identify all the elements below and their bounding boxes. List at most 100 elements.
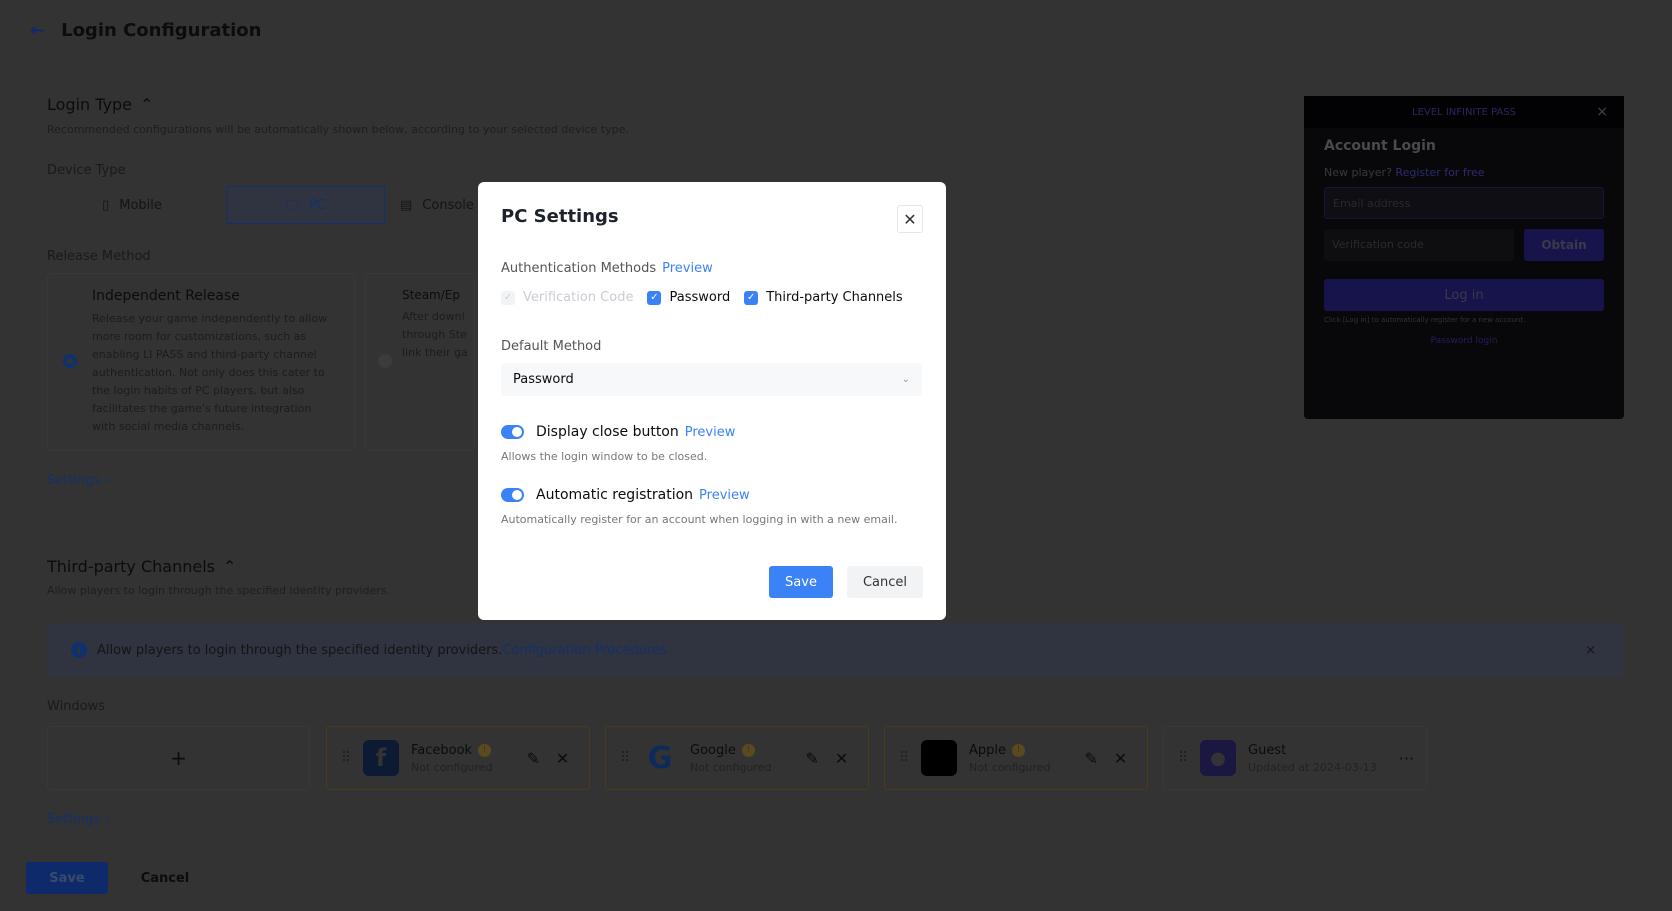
arrow-left-icon[interactable]: ← <box>30 20 45 41</box>
password-login-link: Password login <box>1430 336 1498 346</box>
login-preview-panel: LEVEL INFINITE PASS × Account Login New p… <box>1304 96 1624 419</box>
close-preview-link[interactable]: Preview <box>685 425 736 440</box>
edit-icon[interactable]: ✎ <box>1084 749 1097 768</box>
obtain-button: Obtain <box>1524 229 1604 261</box>
channel-settings-link[interactable]: Settings › <box>47 812 110 827</box>
page-save-button[interactable]: Save <box>26 862 108 894</box>
new-player-text: New player? <box>1324 166 1392 179</box>
chevron-up-icon: ⌃ <box>222 557 237 576</box>
more-icon[interactable]: ··· <box>1399 749 1414 768</box>
channel-status: Updated at 2024-03-13 <box>1248 760 1377 774</box>
remove-icon[interactable]: ✕ <box>835 749 848 768</box>
login-type-desc: Recommended configurations will be autom… <box>47 123 629 136</box>
page-cancel-button[interactable]: Cancel <box>122 862 208 894</box>
chevron-down-icon: ⌄ <box>901 374 910 385</box>
edit-icon[interactable]: ✎ <box>805 749 818 768</box>
info-alert: i Allow players to login through the spe… <box>47 623 1624 677</box>
radio-selected[interactable] <box>63 354 77 368</box>
console-icon: ▤ <box>400 197 413 213</box>
login-hint: Click [Log in] to automatically register… <box>1324 316 1526 324</box>
remove-icon[interactable]: ✕ <box>1114 749 1127 768</box>
login-type-header[interactable]: Login Type ⌃ <box>47 95 153 114</box>
facebook-logo-icon: f <box>363 740 399 776</box>
device-console[interactable]: ▤ Console <box>395 186 475 224</box>
remove-icon[interactable]: ✕ <box>556 749 569 768</box>
mobile-icon: ▯ <box>102 197 110 213</box>
channel-name: Google <box>690 742 736 758</box>
toggle-label: Automatic registration <box>536 487 694 503</box>
release-desc: Release your game independently to allow… <box>92 312 328 433</box>
channel-name: Facebook <box>411 742 473 758</box>
apple-logo-icon <box>921 740 957 776</box>
channel-guest[interactable]: ⠿ ● Guest Updated at 2024-03-13 ··· <box>1163 726 1427 790</box>
chevron-up-icon: ⌃ <box>140 95 154 114</box>
link-label: Settings <box>47 812 101 827</box>
channel-google[interactable]: ⠿ G Google! Not configured ✎ ✕ <box>605 726 869 790</box>
channel-name: Apple <box>969 742 1007 758</box>
channel-status: Not configured <box>411 760 493 774</box>
close-icon: ✕ <box>903 209 917 229</box>
auth-preview-link[interactable]: Preview <box>662 261 713 276</box>
device-label: Mobile <box>119 197 162 213</box>
checkbox-label: Password <box>669 290 731 305</box>
release-independent[interactable]: Independent Release Release your game in… <box>47 273 355 451</box>
checkbox-password[interactable]: ✓ <box>647 290 662 305</box>
section-title: Third-party Channels <box>47 557 215 576</box>
release-steam[interactable]: Steam/Ep After downl through Ste link th… <box>365 273 475 451</box>
register-link: Register for free <box>1395 166 1485 179</box>
channel-status: Not configured <box>969 760 1051 774</box>
add-channel-button[interactable]: + <box>47 726 310 790</box>
modal-cancel-button[interactable]: Cancel <box>847 566 923 598</box>
default-method-select[interactable]: Password ⌄ <box>501 363 922 396</box>
checkbox-label: Third-party Channels <box>766 290 903 305</box>
code-input: Verification code <box>1324 229 1514 261</box>
login-button: Log in <box>1324 279 1604 311</box>
modal-close-button[interactable]: ✕ <box>897 205 923 233</box>
drag-handle-icon[interactable]: ⠿ <box>341 750 351 766</box>
alert-text: Allow players to login through the speci… <box>97 642 503 658</box>
release-title: Steam/Ep <box>402 288 460 302</box>
release-method-label: Release Method <box>47 249 151 264</box>
channel-status: Not configured <box>690 760 772 774</box>
modal-title: PC Settings <box>501 206 619 227</box>
windows-label: Windows <box>47 699 106 714</box>
device-mobile[interactable]: ▯ Mobile <box>47 186 217 224</box>
info-icon: i <box>71 642 87 658</box>
preview-title: Account Login <box>1324 138 1436 154</box>
configuration-procedures-link[interactable]: Configuration Procedures <box>502 643 666 658</box>
auto-registration-toggle[interactable] <box>501 488 524 502</box>
close-button-desc: Allows the login window to be closed. <box>501 450 708 463</box>
plus-icon: + <box>170 746 187 770</box>
edit-icon[interactable]: ✎ <box>526 749 539 768</box>
modal-save-button[interactable]: Save <box>769 566 833 598</box>
page-header: ← Login Configuration <box>30 20 261 41</box>
channel-facebook[interactable]: ⠿ f Facebook! Not configured ✎ ✕ <box>326 726 590 790</box>
channel-apple[interactable]: ⠿ Apple! Not configured ✎ ✕ <box>884 726 1148 790</box>
drag-handle-icon[interactable]: ⠿ <box>1178 750 1188 766</box>
user-icon: ● <box>1200 740 1236 776</box>
third-party-desc: Allow players to login through the speci… <box>47 584 391 597</box>
auto-reg-desc: Automatically register for an account wh… <box>501 513 898 526</box>
device-label: Console <box>422 197 474 213</box>
section-title: Login Type <box>47 95 132 114</box>
device-pc[interactable]: 🖵 PC <box>227 186 385 224</box>
close-icon[interactable]: × <box>1585 643 1596 658</box>
radio-unselected[interactable] <box>378 354 392 368</box>
checkbox-third-party[interactable]: ✓ <box>744 290 759 305</box>
third-party-header[interactable]: Third-party Channels ⌃ <box>47 557 236 576</box>
settings-link[interactable]: Settings › <box>47 473 110 488</box>
close-button-toggle[interactable] <box>501 425 524 439</box>
auth-methods-group: ✓ Verification Code ✓ Password ✓ Third-part… <box>501 290 903 305</box>
warning-icon: ! <box>478 743 492 757</box>
select-value: Password <box>513 372 574 387</box>
channel-name: Guest <box>1248 742 1287 758</box>
release-desc: After downl through Ste link their ga <box>402 310 468 359</box>
device-type-label: Device Type <box>47 163 126 178</box>
brand-logo: LEVEL INFINITE PASS <box>1412 106 1516 118</box>
monitor-icon: 🖵 <box>286 197 299 213</box>
drag-handle-icon[interactable]: ⠿ <box>899 750 909 766</box>
auto-reg-preview-link[interactable]: Preview <box>699 488 750 503</box>
checkbox-label: Verification Code <box>523 290 634 305</box>
preview-brand: LEVEL INFINITE PASS × <box>1304 96 1624 128</box>
drag-handle-icon[interactable]: ⠿ <box>620 750 630 766</box>
